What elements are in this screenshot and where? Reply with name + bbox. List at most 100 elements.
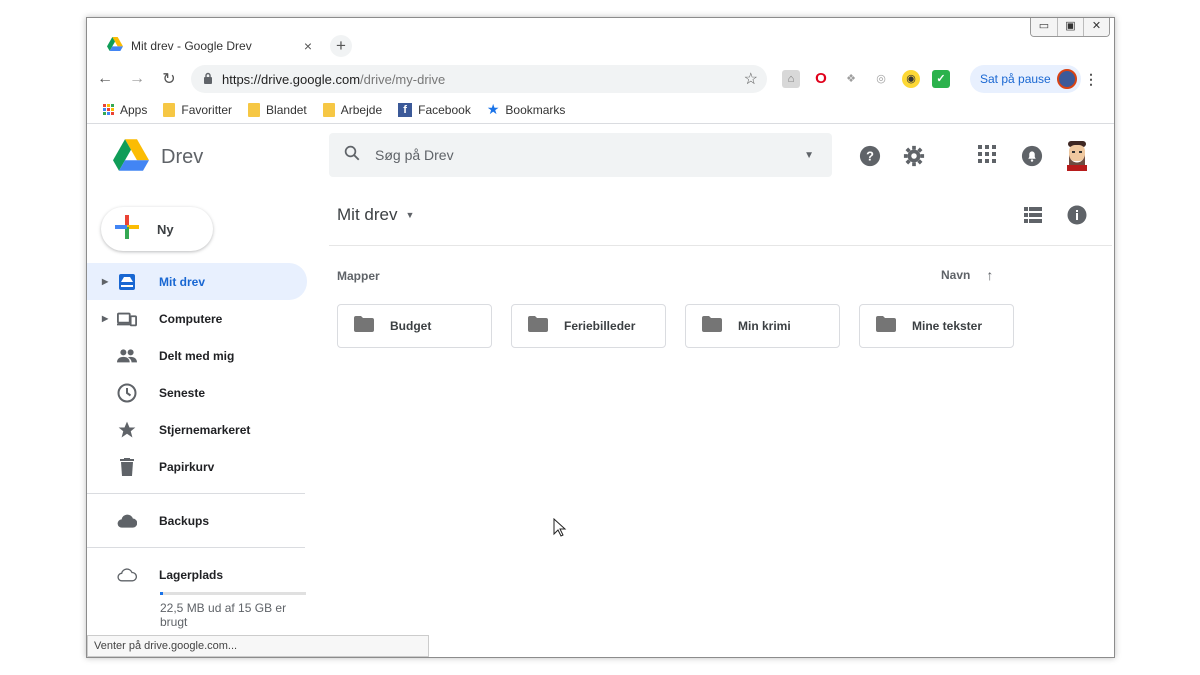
- folder-card[interactable]: Feriebilleder: [511, 304, 666, 348]
- folder-icon: [354, 315, 374, 337]
- sort-control[interactable]: Navn ↑: [941, 267, 993, 283]
- forward-button[interactable]: →: [123, 70, 151, 88]
- folder-card[interactable]: Min krimi: [685, 304, 840, 348]
- my-drive-icon: [117, 272, 137, 292]
- cloud-backups-icon: [117, 511, 137, 531]
- computers-icon: [117, 309, 137, 329]
- bookmark-favoritter[interactable]: Favoritter: [163, 102, 232, 117]
- profile-paused-button[interactable]: Sat på pause: [970, 65, 1081, 93]
- bookmark-bookmarks[interactable]: ★ Bookmarks: [487, 101, 566, 118]
- sort-label: Navn: [941, 268, 971, 282]
- bookmark-blandet[interactable]: Blandet: [248, 102, 307, 117]
- sidebar-item-trash[interactable]: Papirkurv: [87, 448, 307, 485]
- folder-icon: [163, 102, 176, 117]
- help-icon[interactable]: ?: [859, 145, 881, 172]
- breadcrumb-dropdown-icon[interactable]: ▼: [405, 210, 414, 220]
- drive-favicon-icon: [107, 36, 123, 56]
- extensions-area: ⌂ O ❖ ◎ ◉ ✓: [782, 70, 950, 88]
- window-controls: ▭ ▣ ✕: [1030, 18, 1110, 37]
- bookmark-arbejde[interactable]: Arbejde: [322, 102, 383, 117]
- new-button[interactable]: Ny: [101, 207, 213, 251]
- breadcrumb-label: Mit drev: [337, 205, 398, 224]
- folder-icon: [876, 315, 896, 337]
- sidebar-divider: [87, 547, 305, 548]
- folder-icon: [322, 102, 335, 117]
- tab-strip: Mit drev - Google Drev × + ▭ ▣ ✕: [87, 18, 1114, 62]
- back-button[interactable]: ←: [91, 70, 119, 88]
- sidebar-item-label: Seneste: [159, 385, 206, 400]
- bookmark-label: Bookmarks: [505, 102, 566, 117]
- url-path: /drive/my-drive: [360, 71, 446, 87]
- folder-name: Budget: [390, 319, 432, 333]
- svg-text:?: ?: [866, 149, 874, 164]
- checkmark-extension-icon[interactable]: ✓: [932, 70, 950, 88]
- expand-arrow-icon[interactable]: ▶: [102, 277, 108, 286]
- trash-icon: [117, 457, 137, 477]
- folder-grid: Budget Feriebilleder Min krimi Mine teks…: [337, 304, 1014, 348]
- address-bar[interactable]: https://drive.google.com/drive/my-drive …: [191, 65, 767, 93]
- dropbox-extension-icon[interactable]: ❖: [842, 70, 860, 88]
- sidebar-item-label: Lagerplads: [159, 567, 224, 582]
- sidebar-nav: ▶ Mit drev ▶ Computere Delt med mig Sene…: [87, 263, 307, 593]
- search-extension-icon[interactable]: ◎: [872, 70, 890, 88]
- sort-ascending-arrow-icon[interactable]: ↑: [986, 267, 993, 283]
- google-apps-grid-icon[interactable]: [978, 145, 996, 168]
- bookmark-label: Blandet: [266, 102, 307, 117]
- folder-name: Mine tekster: [912, 319, 983, 333]
- magnifier-extension-icon[interactable]: ◉: [902, 70, 920, 88]
- breadcrumb[interactable]: Mit drev ▼: [337, 205, 414, 225]
- url-host: https://drive.google.com: [222, 71, 361, 87]
- account-avatar-icon[interactable]: [1064, 139, 1090, 176]
- mouse-pointer-icon: [553, 517, 567, 543]
- clock-recent-icon: [117, 383, 137, 403]
- opera-extension-icon[interactable]: O: [812, 70, 830, 88]
- sidebar-item-storage[interactable]: Lagerplads: [87, 556, 307, 593]
- storage-usage-fill: [160, 592, 163, 595]
- minimize-button[interactable]: ▭: [1031, 18, 1057, 36]
- shared-with-me-icon: [117, 346, 137, 366]
- new-button-label: Ny: [157, 221, 174, 237]
- folder-icon: [248, 102, 261, 117]
- lock-icon: [203, 72, 213, 87]
- sidebar-item-computers[interactable]: ▶ Computere: [87, 300, 307, 337]
- tab-title: Mit drev - Google Drev: [131, 39, 252, 53]
- expand-arrow-icon[interactable]: ▶: [102, 314, 108, 323]
- folder-card[interactable]: Mine tekster: [859, 304, 1014, 348]
- sidebar-item-starred[interactable]: Stjernemarkeret: [87, 411, 307, 448]
- browser-menu-icon[interactable]: ⋮: [1084, 71, 1098, 88]
- search-placeholder: Søg på Drev: [375, 147, 454, 163]
- browser-window: Mit drev - Google Drev × + ▭ ▣ ✕ ← → ↻ h…: [86, 17, 1115, 658]
- notifications-bell-icon[interactable]: [1021, 145, 1043, 172]
- bookmark-label: Arbejde: [340, 102, 383, 117]
- maximize-button[interactable]: ▣: [1057, 18, 1083, 36]
- bookmark-apps[interactable]: Apps: [103, 103, 147, 117]
- new-tab-button[interactable]: +: [330, 35, 352, 57]
- browser-tab[interactable]: Mit drev - Google Drev ×: [97, 30, 322, 62]
- sidebar-item-label: Stjernemarkeret: [159, 422, 251, 437]
- drive-logo-text: Drev: [161, 146, 204, 168]
- list-view-icon[interactable]: [1024, 207, 1042, 228]
- profile-avatar: [1056, 69, 1077, 89]
- info-icon[interactable]: [1067, 205, 1087, 230]
- sidebar-item-recent[interactable]: Seneste: [87, 374, 307, 411]
- sidebar-item-label: Backups: [159, 513, 210, 528]
- sidebar-item-my-drive[interactable]: ▶ Mit drev: [87, 263, 307, 300]
- settings-gear-icon[interactable]: [903, 145, 925, 172]
- folders-section-title: Mapper: [337, 269, 380, 283]
- pdf-extension-icon[interactable]: ⌂: [782, 70, 800, 88]
- sidebar-item-backups[interactable]: Backups: [87, 502, 307, 539]
- drive-search-box[interactable]: Søg på Drev ▼: [329, 133, 832, 177]
- sidebar-item-label: Computere: [159, 311, 223, 326]
- apps-grid-icon: [103, 104, 114, 115]
- bookmark-star-icon[interactable]: ☆: [744, 69, 758, 89]
- close-window-button[interactable]: ✕: [1083, 18, 1109, 36]
- search-options-caret-icon[interactable]: ▼: [804, 150, 814, 161]
- sidebar-divider: [87, 493, 305, 494]
- folder-card[interactable]: Budget: [337, 304, 492, 348]
- drive-logo[interactable]: Drev: [113, 139, 203, 176]
- sidebar-item-shared[interactable]: Delt med mig: [87, 337, 307, 374]
- bookmark-facebook[interactable]: f Facebook: [398, 102, 471, 117]
- sidebar-item-label: Papirkurv: [159, 459, 215, 474]
- tab-close-icon[interactable]: ×: [304, 38, 312, 54]
- reload-button[interactable]: ↻: [155, 69, 183, 89]
